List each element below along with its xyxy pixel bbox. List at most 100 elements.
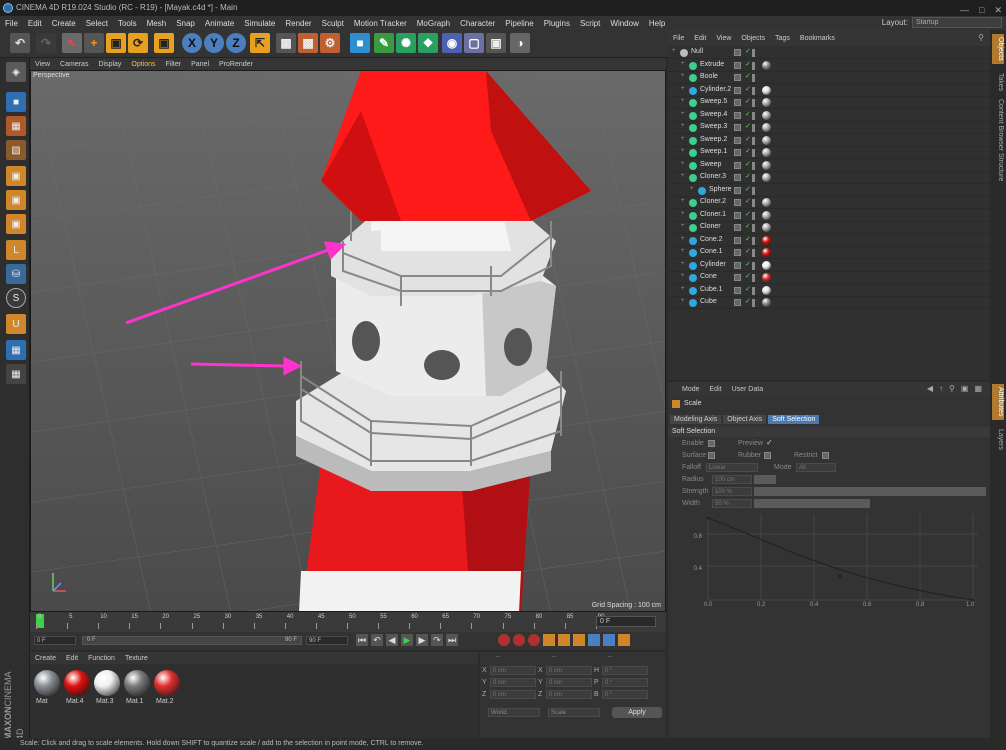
visibility-dots-icon[interactable] xyxy=(752,236,755,245)
object-row[interactable]: + Sweep.2 ✓ xyxy=(668,135,990,147)
material-tag-icon[interactable] xyxy=(762,160,771,170)
surface-checkbox[interactable] xyxy=(708,452,715,459)
layer-checkbox[interactable] xyxy=(734,199,741,206)
menu-mesh[interactable]: Mesh xyxy=(142,19,172,28)
object-name[interactable]: Cloner.2 xyxy=(700,198,726,205)
layer-checkbox[interactable] xyxy=(734,149,741,156)
object-row[interactable]: + Cloner.2 ✓ xyxy=(668,197,990,209)
object-name[interactable]: Sweep.5 xyxy=(700,98,727,105)
obj-menu-bookmarks[interactable]: Bookmarks xyxy=(795,35,840,42)
radius-field[interactable]: 100 cm xyxy=(712,475,752,484)
deformer-icon[interactable]: ◉ xyxy=(442,33,462,53)
object-name[interactable]: Cone.2 xyxy=(700,236,723,243)
axis-mode-icon[interactable]: L xyxy=(6,240,26,260)
menu-tools[interactable]: Tools xyxy=(113,19,142,28)
cloner-icon[interactable]: ❖ xyxy=(418,33,438,53)
visibility-dots-icon[interactable] xyxy=(752,261,755,270)
vp-menu-prorender[interactable]: ProRender xyxy=(214,61,258,68)
enabled-check-icon[interactable]: ✓ xyxy=(745,235,751,243)
menu-file[interactable]: File xyxy=(0,19,23,28)
new-panel-icon[interactable]: ▦ xyxy=(974,384,982,393)
object-row[interactable]: + Sweep.1 ✓ xyxy=(668,147,990,159)
strength-field[interactable]: 100 % xyxy=(712,487,752,496)
width-slider[interactable] xyxy=(754,499,870,508)
object-row[interactable]: + Cylinder ✓ xyxy=(668,260,990,272)
object-row[interactable]: + Null ✓ xyxy=(668,47,990,59)
object-name[interactable]: Sweep.1 xyxy=(700,148,727,155)
material-swatch[interactable] xyxy=(154,670,180,696)
radius-slider[interactable] xyxy=(754,475,776,484)
object-name[interactable]: Cylinder.2 xyxy=(700,86,731,93)
layer-checkbox[interactable] xyxy=(734,136,741,144)
object-row[interactable]: + Sweep ✓ xyxy=(668,160,990,172)
enabled-check-icon[interactable]: ✓ xyxy=(745,135,751,143)
timeline-menu-icon[interactable] xyxy=(618,634,630,646)
vp-menu-view[interactable]: View xyxy=(30,61,55,68)
timeline-ruler[interactable]: 051015202530354045505560657075808590 0 F xyxy=(30,612,666,632)
object-row[interactable]: + Cloner ✓ xyxy=(668,222,990,234)
tab-soft-selection[interactable]: Soft Selection xyxy=(768,415,820,424)
visibility-dots-icon[interactable] xyxy=(752,174,755,182)
object-name[interactable]: Cylinder xyxy=(700,261,726,268)
tab-structure[interactable]: Structure xyxy=(992,150,1004,184)
expand-icon[interactable]: + xyxy=(681,136,685,142)
restrict-checkbox[interactable] xyxy=(822,452,829,459)
coord-value-field[interactable]: 0 cm xyxy=(490,678,536,687)
layer-checkbox[interactable] xyxy=(734,274,741,281)
object-name[interactable]: Cloner xyxy=(700,223,721,230)
layer-checkbox[interactable] xyxy=(734,161,741,169)
start-frame-field[interactable]: 0 F xyxy=(34,636,76,645)
expand-icon[interactable]: + xyxy=(681,298,685,304)
expand-icon[interactable]: + xyxy=(681,61,685,67)
material-tag-icon[interactable] xyxy=(762,148,771,157)
material-tag-icon[interactable] xyxy=(762,110,771,120)
obj-menu-edit[interactable]: Edit xyxy=(689,35,711,42)
obj-menu-objects[interactable]: Objects xyxy=(736,35,770,42)
pla-key-icon[interactable] xyxy=(603,634,615,646)
tweak-mode-icon[interactable]: ⛁ xyxy=(6,264,26,284)
enabled-check-icon[interactable]: ✓ xyxy=(745,160,751,168)
enabled-check-icon[interactable]: ✓ xyxy=(745,172,751,180)
object-row[interactable]: + Cone.1 ✓ xyxy=(668,247,990,259)
preview-checkbox[interactable]: ✓ xyxy=(766,438,773,447)
obj-menu-file[interactable]: File xyxy=(668,35,689,42)
enabled-check-icon[interactable]: ✓ xyxy=(745,285,751,293)
visibility-dots-icon[interactable] xyxy=(752,186,755,195)
object-row[interactable]: + Sphere ✓ xyxy=(668,185,990,197)
layer-checkbox[interactable] xyxy=(734,236,741,244)
record-icon[interactable] xyxy=(498,634,510,646)
magnet-icon[interactable]: U xyxy=(6,314,26,334)
menu-render[interactable]: Render xyxy=(280,19,316,28)
material-tag-icon[interactable] xyxy=(762,173,771,182)
material-tag-icon[interactable] xyxy=(762,235,771,245)
object-row[interactable]: + Cube.1 ✓ xyxy=(668,285,990,297)
object-row[interactable]: + Cube ✓ xyxy=(668,297,990,309)
vp-menu-panel[interactable]: Panel xyxy=(186,61,214,68)
layer-checkbox[interactable] xyxy=(734,124,741,131)
material-tag-icon[interactable] xyxy=(762,285,771,295)
object-row[interactable]: + Cloner.3 ✓ xyxy=(668,172,990,184)
live-selection-icon[interactable]: ↖ xyxy=(62,33,82,53)
coord-value-field[interactable]: 0 ° xyxy=(602,666,648,675)
layer-checkbox[interactable] xyxy=(734,211,741,219)
material-tag-icon[interactable] xyxy=(762,135,771,145)
expand-icon[interactable]: + xyxy=(681,236,685,242)
enabled-check-icon[interactable]: ✓ xyxy=(745,247,751,255)
expand-icon[interactable]: + xyxy=(681,148,685,154)
attr-menu-mode[interactable]: Mode xyxy=(668,386,705,393)
enabled-check-icon[interactable]: ✓ xyxy=(745,185,751,193)
coord-value-field[interactable]: 0 cm xyxy=(546,678,592,687)
material-swatch[interactable] xyxy=(64,670,90,696)
enabled-check-icon[interactable]: ✓ xyxy=(745,210,751,218)
recent-tool-icon[interactable]: ▣ xyxy=(154,33,174,53)
vp-menu-options[interactable]: Options xyxy=(126,61,160,68)
model-mode-icon[interactable]: ■ xyxy=(6,92,26,112)
layer-checkbox[interactable] xyxy=(734,86,741,94)
layer-checkbox[interactable] xyxy=(734,299,741,306)
object-row[interactable]: + Cone.2 ✓ xyxy=(668,235,990,247)
next-frame-icon[interactable]: ▶ xyxy=(416,634,428,646)
visibility-dots-icon[interactable] xyxy=(752,74,755,82)
material-tag-icon[interactable] xyxy=(762,198,771,207)
visibility-dots-icon[interactable] xyxy=(752,61,755,70)
previous-key-icon[interactable]: ↶ xyxy=(371,634,383,646)
